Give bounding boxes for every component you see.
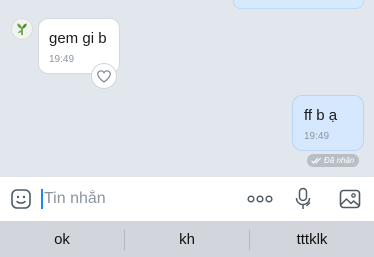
- previous-message-bubble[interactable]: [233, 0, 364, 9]
- outgoing-message-bubble[interactable]: ff b ạ 19:49: [293, 96, 363, 150]
- chat-area[interactable]: gem gi b 19:49 ff b ạ 19:49 Đã nhận: [0, 0, 374, 176]
- image-icon: [339, 189, 361, 209]
- message-text: ff b ạ: [304, 107, 338, 124]
- voice-message-button[interactable]: [294, 187, 312, 211]
- message-composer: [0, 176, 374, 221]
- heart-reaction-button[interactable]: [92, 64, 116, 88]
- sticker-icon: [11, 189, 31, 209]
- suggestion-item[interactable]: kh: [125, 221, 249, 257]
- image-picker-button[interactable]: [339, 188, 361, 210]
- suggestion-item[interactable]: tttklk: [250, 221, 374, 257]
- heart-icon: [97, 69, 111, 83]
- message-time: 19:49: [49, 54, 75, 65]
- message-time: 19:49: [304, 131, 330, 142]
- keyboard-suggestion-bar: ok kh tttklk: [0, 221, 374, 257]
- avatar[interactable]: [11, 18, 33, 40]
- plant-avatar-icon: [17, 23, 27, 35]
- sticker-button[interactable]: [10, 188, 32, 210]
- text-caret: [41, 189, 43, 209]
- double-check-icon: [311, 157, 322, 164]
- delivery-status-label: Đã nhận: [324, 156, 355, 165]
- delivery-status-badge: Đã nhận: [307, 154, 360, 167]
- more-options-button[interactable]: [247, 192, 273, 206]
- message-input[interactable]: [44, 186, 234, 212]
- suggestion-item[interactable]: ok: [0, 221, 124, 257]
- more-dots-icon: [247, 195, 273, 203]
- microphone-icon: [295, 187, 311, 209]
- message-text: gem gi b: [49, 30, 107, 47]
